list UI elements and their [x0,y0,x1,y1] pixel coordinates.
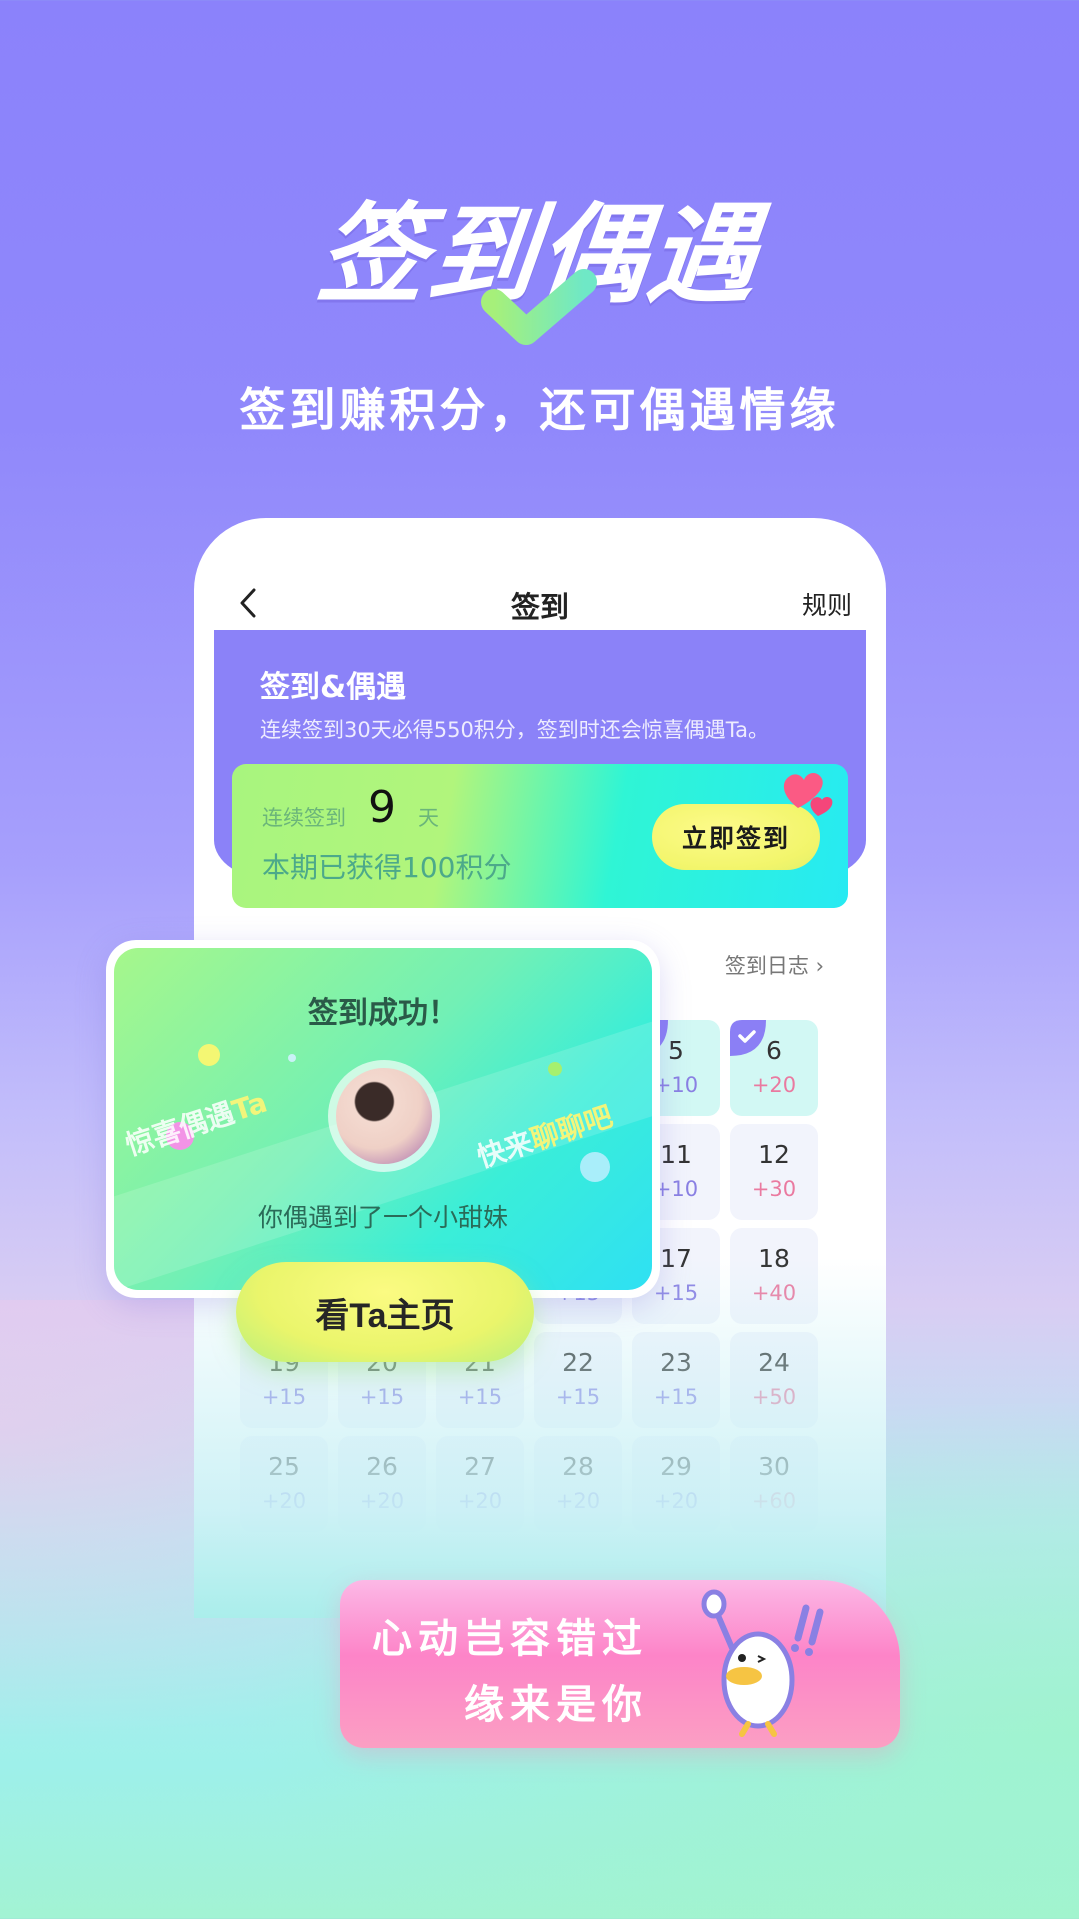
avatar-image [336,1068,432,1164]
calendar-day-cell[interactable]: 6 +20 [730,1020,818,1116]
checkin-log-link[interactable]: 签到日志 › [725,950,824,980]
calendar-day-points: +15 [457,1385,503,1409]
calendar-day-points: +15 [261,1385,307,1409]
calendar-day-number: 27 [464,1452,496,1481]
avatar[interactable] [328,1060,440,1172]
calendar-day-points: +20 [555,1489,601,1513]
calendar-day-points: +15 [359,1385,405,1409]
calendar-day-number: 12 [758,1140,790,1169]
popup-body: 签到成功！ 惊喜偶遇Ta 快来聊聊吧 你偶遇到了一个小甜妹 [114,948,652,1290]
calendar-day-cell[interactable]: 12 +30 [730,1124,818,1220]
hero-subtitle: 签到赚积分，还可偶遇情缘 [239,383,840,437]
surprise-tag-text: 惊喜偶遇 [121,1096,239,1163]
streak-label: 连续签到 [262,806,346,830]
earned-points: 本期已获得100积分 [262,851,512,884]
calendar-day-points: +30 [751,1177,797,1201]
calendar-day-cell[interactable]: 22 +15 [534,1332,622,1428]
rules-link[interactable]: 规则 [802,586,852,622]
calendar-day-cell[interactable]: 24 +50 [730,1332,818,1428]
banner-description: 连续签到30天必得550积分，签到时还会惊喜偶遇Ta。 [260,718,770,742]
calendar-day-points: +20 [751,1073,797,1097]
calendar-day-points: +50 [751,1385,797,1409]
calendar-day-number: 29 [660,1452,692,1481]
decorative-dot [548,1062,562,1076]
slogan-line-2: 缘来是你 [464,1682,648,1728]
calendar-day-cell[interactable]: 23 +15 [632,1332,720,1428]
checkin-success-popup: 签到成功！ 惊喜偶遇Ta 快来聊聊吧 你偶遇到了一个小甜妹 [106,940,660,1298]
duck-mascot-icon [701,1589,824,1737]
calendar-day-cell[interactable]: 28 +20 [534,1436,622,1532]
calendar-day-points: +20 [457,1489,503,1513]
calendar-day-cell[interactable]: 27 +20 [436,1436,524,1532]
calendar-day-number: 26 [366,1452,398,1481]
checked-badge-icon [730,1020,766,1056]
streak-unit: 天 [418,806,439,830]
calendar-day-points: +40 [751,1281,797,1305]
calendar-day-points: +60 [751,1489,797,1513]
decorative-dot [198,1044,220,1066]
calendar-day-points: +15 [555,1385,601,1409]
calendar-day-number: 28 [562,1452,594,1481]
calendar-day-number: 22 [562,1348,594,1377]
slogan-banner: 心动岂容错过 缘来是你 [340,1580,900,1748]
chevron-right-icon: › [815,954,824,978]
streak-card: 连续签到 9 天 本期已获得100积分 立即签到 [232,764,848,908]
calendar-day-number: 23 [660,1348,692,1377]
calendar-day-cell[interactable]: 29 +20 [632,1436,720,1532]
calendar-day-number: 30 [758,1452,790,1481]
view-profile-button[interactable]: 看Ta主页 [236,1262,534,1362]
calendar-day-points: +20 [653,1489,699,1513]
page-title: 签到 [510,590,569,624]
calendar-day-points: +20 [261,1489,307,1513]
calendar-day-cell[interactable]: 26 +20 [338,1436,426,1532]
banner-title: 签到&偶遇 [260,670,407,705]
streak-days: 9 [368,782,396,833]
slogan-line-1: 心动岂容错过 [372,1616,648,1662]
calendar-day-number: 18 [758,1244,790,1273]
heart-icon [783,773,833,816]
calendar-day-points: +15 [653,1385,699,1409]
calendar-day-cell[interactable]: 25 +20 [240,1436,328,1532]
popup-message: 你偶遇到了一个小甜妹 [257,1203,508,1232]
log-link-label: 签到日志 [724,954,809,978]
calendar-day-cell[interactable]: 18 +40 [730,1228,818,1324]
popup-title: 签到成功！ [308,996,458,1031]
decorative-dot [288,1054,296,1062]
calendar-day-number: 24 [758,1348,790,1377]
calendar-day-number: 25 [268,1452,300,1481]
checkmark-icon [481,269,597,345]
calendar-day-points: +20 [359,1489,405,1513]
decorative-dot [580,1152,610,1182]
calendar-day-cell[interactable]: 30 +60 [730,1436,818,1532]
